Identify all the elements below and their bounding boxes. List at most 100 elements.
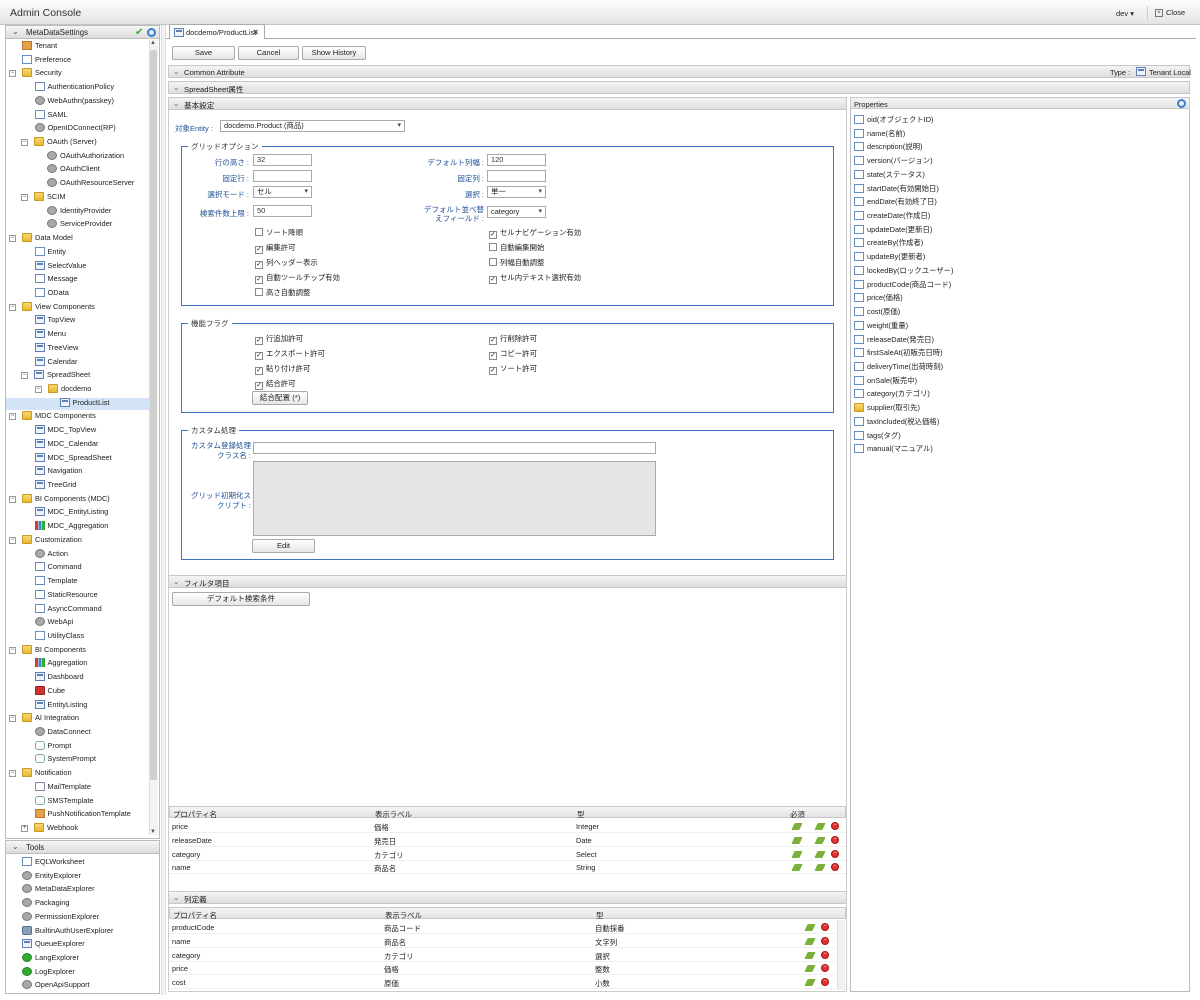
tree-item[interactable]: SAML xyxy=(34,109,68,122)
tree-item[interactable]: Entity xyxy=(34,246,66,259)
tree-item[interactable]: MailTemplate xyxy=(34,781,91,794)
tree-item[interactable]: WebAuthn(passkey) xyxy=(34,95,114,108)
tool-item[interactable]: QueueExplorer xyxy=(22,939,85,951)
property-item[interactable]: supplier(取引先) xyxy=(854,402,920,414)
tree-item[interactable]: SystemPrompt xyxy=(34,754,96,766)
checkbox-checked-icon[interactable]: ✓ xyxy=(489,276,497,284)
tree-item[interactable]: Message xyxy=(34,274,78,286)
property-item[interactable]: productCode(商品コード) xyxy=(854,279,951,291)
property-item[interactable]: cost(原価) xyxy=(854,306,900,318)
default-sort-select[interactable]: category xyxy=(487,206,546,218)
tree-item[interactable]: MDC Components xyxy=(22,411,96,423)
delete-icon[interactable]: − xyxy=(821,950,829,959)
tree-item[interactable]: Prompt xyxy=(34,740,71,753)
close-button[interactable]: × Close xyxy=(1155,8,1185,18)
delete-icon[interactable]: − xyxy=(821,964,829,973)
tree-item[interactable]: SpreadSheet xyxy=(34,370,90,382)
tree-toggle-icon[interactable]: − xyxy=(21,139,28,147)
tree-toggle-icon[interactable]: − xyxy=(9,70,16,78)
checkbox[interactable]: ✓ ソート許可 xyxy=(489,363,537,375)
tree-item[interactable]: MDC_Calendar xyxy=(34,438,98,451)
edit-icon[interactable] xyxy=(791,864,803,872)
scroll-down-icon[interactable]: ▼ xyxy=(150,829,156,835)
row-height-input[interactable]: 32 xyxy=(253,154,312,166)
tree-item[interactable]: Dashboard xyxy=(34,672,84,684)
tool-item[interactable]: EQLWorksheet xyxy=(22,857,84,869)
checkbox-unchecked-icon[interactable] xyxy=(255,228,263,236)
environment-selector[interactable]: dev ▾ xyxy=(1116,9,1134,18)
tree-item[interactable]: ProductList xyxy=(6,397,150,410)
checkbox[interactable]: 高さ自動調整 xyxy=(255,287,310,298)
select-mode-select[interactable]: セル xyxy=(253,186,312,198)
tree-item[interactable]: Calendar xyxy=(34,356,78,369)
filter-row[interactable]: releaseDate 発売日 Date − xyxy=(169,834,846,847)
tree-item[interactable]: OpenIDConnect(RP) xyxy=(34,123,116,135)
tree-item[interactable]: Cube xyxy=(34,685,65,698)
edit-icon[interactable] xyxy=(814,836,826,844)
tree-item[interactable]: Customization xyxy=(22,534,82,547)
tree-item[interactable]: DataConnect xyxy=(34,727,91,739)
tree-item[interactable]: ServiceProvider xyxy=(47,219,112,231)
property-item[interactable]: onSale(販売中) xyxy=(854,375,917,387)
tree-toggle-icon[interactable]: + xyxy=(21,825,28,833)
filter-row[interactable]: price 価格 Integer − xyxy=(169,820,846,833)
edit-icon[interactable] xyxy=(814,823,826,830)
checkbox-checked-icon[interactable]: ✓ xyxy=(255,337,263,345)
tab-productlist[interactable]: docdemo/ProductList × xyxy=(169,24,265,39)
search-limit-input[interactable]: 50 xyxy=(253,205,312,217)
property-item[interactable]: tags(タグ) xyxy=(854,430,901,442)
tree-item[interactable]: TreeView xyxy=(34,342,78,355)
checkbox[interactable]: ✓ エクスポート許可 xyxy=(255,348,325,360)
checkbox-checked-icon[interactable]: ✓ xyxy=(255,382,263,390)
edit-icon[interactable] xyxy=(791,850,803,858)
property-item[interactable]: firstSaleAt(初販売日時) xyxy=(854,347,943,359)
tree-item[interactable]: AuthenticationPolicy xyxy=(34,82,114,94)
columns-scrollbar[interactable] xyxy=(837,920,845,990)
tree-item[interactable]: OAuthAuthorization xyxy=(47,150,124,163)
checkbox[interactable]: ✓ コピー許可 xyxy=(489,348,537,360)
edit-icon[interactable] xyxy=(804,979,816,987)
checkbox-checked-icon[interactable]: ✓ xyxy=(255,261,263,269)
tree-item[interactable]: Webhook xyxy=(34,823,78,835)
tree-item[interactable]: EntityListing xyxy=(34,699,87,712)
tree-toggle-icon[interactable]: − xyxy=(9,715,16,723)
edit-icon[interactable] xyxy=(804,951,816,959)
edit-icon[interactable] xyxy=(814,864,826,872)
column-row[interactable]: productCode 商品コード 自動採番 − xyxy=(169,921,836,934)
property-item[interactable]: oid(オブジェクトID) xyxy=(854,114,934,126)
tree-item[interactable]: SCIM xyxy=(34,191,65,204)
property-item[interactable]: taxIncluded(税込価格) xyxy=(854,416,939,428)
tree-toggle-icon[interactable]: − xyxy=(9,413,16,421)
tree-item[interactable]: MDC_EntityListing xyxy=(34,507,108,519)
tree-item[interactable]: Aggregation xyxy=(34,658,87,670)
tool-item[interactable]: MetaDataExplorer xyxy=(22,884,95,896)
splitter[interactable] xyxy=(161,25,166,995)
tree-item[interactable]: Data Model xyxy=(22,233,73,245)
column-row[interactable]: name 商品名 文字列 − xyxy=(169,935,836,948)
delete-icon[interactable]: − xyxy=(821,923,829,931)
edit-icon[interactable] xyxy=(791,823,803,830)
edit-icon[interactable] xyxy=(814,850,826,858)
checkbox-checked-icon[interactable]: ✓ xyxy=(489,231,497,239)
tree-item[interactable]: View Components xyxy=(22,301,95,314)
save-button[interactable]: Save xyxy=(172,46,235,60)
check-icon[interactable]: ✔ xyxy=(135,27,143,38)
checkbox[interactable]: ✓ セルナビゲーション有効 xyxy=(489,227,581,239)
tool-item[interactable]: PermissionExplorer xyxy=(22,911,99,924)
tree-toggle-icon[interactable]: − xyxy=(9,770,16,778)
checkbox-checked-icon[interactable]: ✓ xyxy=(489,337,497,345)
property-item[interactable]: updateBy(更新者) xyxy=(854,251,925,263)
checkbox[interactable]: ✓ 行削除許可 xyxy=(489,333,537,345)
tree-toggle-icon[interactable]: − xyxy=(21,193,28,201)
property-item[interactable]: endDate(有効終了日) xyxy=(854,196,937,208)
tree-item[interactable]: UtilityClass xyxy=(34,630,84,643)
checkbox-checked-icon[interactable]: ✓ xyxy=(255,246,263,254)
selection-select[interactable]: 単一 xyxy=(487,186,546,198)
checkbox-checked-icon[interactable]: ✓ xyxy=(489,352,497,360)
column-row[interactable]: category カテゴリ 選択 − xyxy=(169,949,836,962)
filter-section[interactable]: ⌄ フィルタ項目 xyxy=(168,575,847,588)
tree-item[interactable]: MDC_SpreadSheet xyxy=(34,452,112,465)
tree-item[interactable]: Security xyxy=(22,68,62,80)
property-item[interactable]: deliveryTime(出荷時刻) xyxy=(854,361,943,373)
checkbox[interactable]: ✓ セル内テキスト選択有効 xyxy=(489,272,581,284)
